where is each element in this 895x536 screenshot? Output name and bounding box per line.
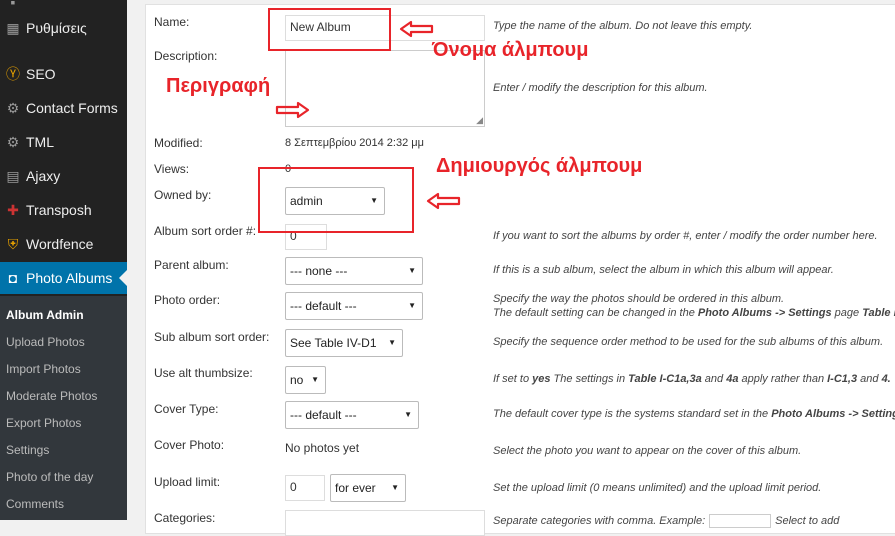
sub-album-sort-value: See Table IV-D1 bbox=[290, 336, 377, 350]
description-hint: Enter / modify the description for this … bbox=[493, 82, 708, 94]
dropdown-arrow-icon: ▼ bbox=[408, 301, 416, 310]
cover-type-hint: The default cover type is the systems st… bbox=[493, 408, 895, 420]
alt-thumbsize-label: Use alt thumbsize: bbox=[154, 366, 253, 380]
alt-thumbsize-select[interactable]: no ▼ bbox=[285, 366, 326, 394]
parent-album-value: --- none --- bbox=[290, 264, 348, 278]
wordfence-shield-icon: ⛨ bbox=[7, 235, 19, 252]
sidebar-item-seo[interactable]: Ⓨ SEO bbox=[0, 58, 127, 90]
parent-album-select[interactable]: --- none --- ▼ bbox=[285, 257, 423, 285]
dropdown-arrow-icon: ▼ bbox=[388, 338, 396, 347]
ajaxy-icon: ▤ bbox=[6, 167, 20, 184]
sub-album-sort-select[interactable]: See Table IV-D1 ▼ bbox=[285, 329, 403, 357]
sidebar-item-settings[interactable]: ▦ Ρυθμίσεις bbox=[0, 12, 127, 44]
photo-albums-submenu: Album Admin Upload Photos Import Photos … bbox=[0, 296, 127, 520]
admin-sidebar: ▪ ▦ Ρυθμίσεις Ⓨ SEO ⚙ Contact Forms ⚙ TM… bbox=[0, 0, 127, 520]
submenu-photo-of-the-day[interactable]: Photo of the day bbox=[6, 467, 93, 487]
name-hint: Type the name of the album. Do not leave… bbox=[493, 20, 753, 32]
gear-icon: ⚙ bbox=[6, 133, 20, 150]
dropdown-arrow-icon: ▼ bbox=[391, 483, 399, 492]
submenu-upload-photos[interactable]: Upload Photos bbox=[6, 332, 85, 352]
photo-order-value: --- default --- bbox=[290, 299, 357, 313]
sidebar-item-label: Wordfence bbox=[26, 236, 94, 252]
categories-hint: Separate categories with comma. Example:… bbox=[493, 514, 840, 528]
dropdown-arrow-icon: ▼ bbox=[311, 375, 319, 384]
cover-photo-hint: Select the photo you want to appear on t… bbox=[493, 445, 802, 457]
photo-order-hint-settings: The default setting can be changed in th… bbox=[493, 307, 895, 319]
dropdown-arrow-icon: ▼ bbox=[408, 266, 416, 275]
album-sort-order-label: Album sort order #: bbox=[154, 224, 257, 238]
sub-album-sort-hint: Specify the sequence order method to be … bbox=[493, 336, 884, 348]
submenu-export-photos[interactable]: Export Photos bbox=[6, 413, 81, 433]
submenu-import-photos[interactable]: Import Photos bbox=[6, 359, 81, 379]
sidebar-item-wordfence[interactable]: ⛨ Wordfence bbox=[0, 228, 127, 260]
seo-plugin-icon: Ⓨ bbox=[6, 66, 20, 82]
name-label: Name: bbox=[154, 15, 190, 29]
submenu-album-admin[interactable]: Album Admin bbox=[6, 305, 84, 325]
settings-sliders-icon: ▦ bbox=[6, 19, 20, 36]
annotation-arrow-right-icon bbox=[275, 101, 310, 119]
submenu-settings[interactable]: Settings bbox=[6, 440, 49, 460]
categories-label: Categories: bbox=[154, 511, 216, 525]
cover-type-value: --- default --- bbox=[290, 408, 357, 422]
upload-limit-input[interactable]: 0 bbox=[285, 475, 325, 501]
annotation-album-creator: Δημιουργός άλμπουμ bbox=[436, 155, 643, 177]
sidebar-item-photo-albums[interactable]: ◘ Photo Albums bbox=[0, 262, 127, 294]
description-label: Description: bbox=[154, 49, 218, 63]
submenu-comments[interactable]: Comments bbox=[6, 494, 64, 514]
generic-icon: ▪ bbox=[10, 0, 16, 10]
cover-type-select[interactable]: --- default --- ▼ bbox=[285, 401, 419, 429]
categories-input[interactable] bbox=[285, 510, 485, 536]
submenu-moderate-photos[interactable]: Moderate Photos bbox=[6, 386, 97, 406]
annotation-description: Περιγραφή bbox=[166, 75, 271, 97]
sidebar-item-tml[interactable]: ⚙ TML bbox=[0, 126, 127, 158]
photo-order-select[interactable]: --- default --- ▼ bbox=[285, 292, 423, 320]
modified-value: 8 Σεπτεμβρίου 2014 2:32 μμ bbox=[285, 137, 424, 149]
views-label: Views: bbox=[154, 162, 190, 176]
annotation-box-name bbox=[268, 8, 391, 51]
sidebar-item-label: TML bbox=[26, 134, 54, 150]
dropdown-arrow-icon: ▼ bbox=[404, 410, 412, 419]
photo-order-label: Photo order: bbox=[154, 293, 221, 307]
alt-thumbsize-value: no bbox=[290, 373, 304, 387]
owned-by-label: Owned by: bbox=[154, 188, 212, 202]
upload-period-value: for ever bbox=[335, 481, 376, 495]
photo-order-hint: Specify the way the photos should be ord… bbox=[493, 293, 785, 305]
resize-handle-icon[interactable]: ◢ bbox=[476, 115, 483, 126]
gear-icon: ⚙ bbox=[6, 99, 20, 116]
parent-album-label: Parent album: bbox=[154, 258, 229, 272]
sidebar-item-label: Ajaxy bbox=[26, 168, 61, 184]
transposh-icon: ✚ bbox=[7, 201, 19, 218]
camera-icon: ◘ bbox=[8, 270, 18, 286]
cover-type-label: Cover Type: bbox=[154, 402, 219, 416]
modified-label: Modified: bbox=[154, 136, 203, 150]
cover-photo-value: No photos yet bbox=[285, 441, 360, 455]
category-picker-select[interactable] bbox=[709, 514, 772, 528]
sidebar-item-contact-forms[interactable]: ⚙ Contact Forms bbox=[0, 92, 127, 124]
parent-album-hint: If this is a sub album, select the album… bbox=[493, 264, 834, 276]
sidebar-item-label: Photo Albums bbox=[26, 270, 113, 286]
sidebar-item-label: Transposh bbox=[26, 202, 92, 218]
annotation-album-name: Όνομα άλμπουμ bbox=[432, 39, 589, 61]
sidebar-item-ajaxy[interactable]: ▤ Ajaxy bbox=[0, 160, 127, 192]
upload-limit-label: Upload limit: bbox=[154, 475, 221, 489]
cover-photo-label: Cover Photo: bbox=[154, 438, 225, 452]
sidebar-item-label: SEO bbox=[26, 66, 56, 82]
annotation-arrow-left-icon bbox=[399, 20, 434, 38]
sidebar-item-transposh[interactable]: ✚ Transposh bbox=[0, 194, 127, 226]
sort-order-hint: If you want to sort the albums by order … bbox=[493, 230, 878, 242]
sidebar-item-label: Contact Forms bbox=[26, 100, 118, 116]
sidebar-item-label: Ρυθμίσεις bbox=[26, 20, 87, 36]
annotation-arrow-left-icon bbox=[426, 192, 461, 210]
upload-limit-hint: Set the upload limit (0 means unlimited)… bbox=[493, 482, 822, 494]
annotation-box-owner bbox=[258, 167, 414, 233]
alt-thumbsize-hint: If set to yes The settings in Table I-C1… bbox=[493, 373, 891, 385]
upload-period-select[interactable]: for ever ▼ bbox=[330, 474, 406, 502]
sub-album-sort-label: Sub album sort order: bbox=[154, 330, 270, 344]
